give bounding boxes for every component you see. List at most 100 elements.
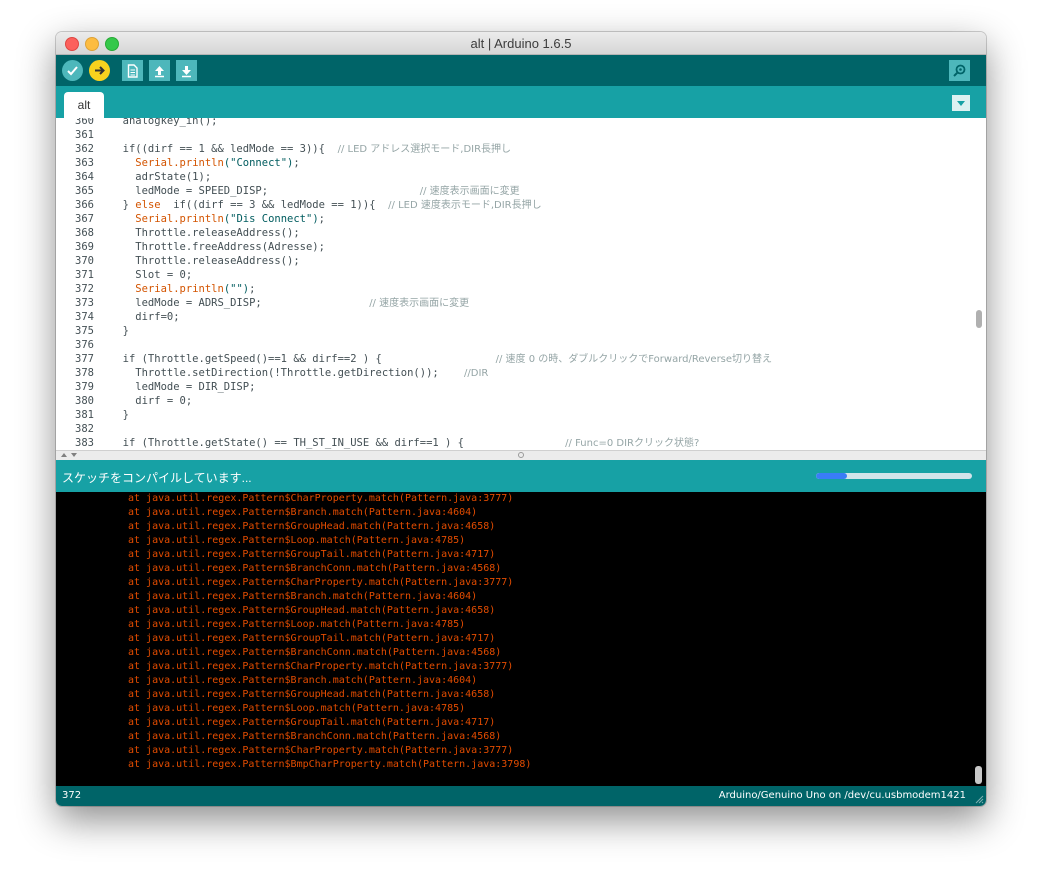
tab-bar: alt xyxy=(56,86,986,118)
console-scrollbar-thumb[interactable] xyxy=(975,766,982,784)
compile-progress-bar xyxy=(816,473,972,479)
code-line: ledMode = DIR_DISP; xyxy=(110,380,255,394)
arrow-up-icon xyxy=(155,65,164,77)
line-number: 382 xyxy=(75,423,94,435)
line-number: 362 xyxy=(75,143,94,155)
console-line: at java.util.regex.Pattern$BranchConn.ma… xyxy=(128,563,502,574)
code-text: } xyxy=(110,199,136,211)
line-number: 383 xyxy=(75,437,94,449)
console-line: at java.util.regex.Pattern$CharProperty.… xyxy=(128,493,514,504)
code-line: Throttle.releaseAddress(); xyxy=(110,226,300,240)
board-port-info: Arduino/Genuino Uno on /dev/cu.usbmodem1… xyxy=(718,790,966,801)
arrow-right-icon xyxy=(95,66,105,75)
code-line: Throttle.releaseAddress(); xyxy=(110,254,300,268)
line-number: 363 xyxy=(75,157,94,169)
title-bar: alt | Arduino 1.6.5 xyxy=(56,32,986,55)
line-number-gutter: 360 361 362 363 364 365 366 367 368 369 370 371 372 3… xyxy=(56,118,96,450)
tab-alt[interactable]: alt xyxy=(64,92,104,118)
triangle-down-icon xyxy=(957,100,965,106)
code-comment: //DIR xyxy=(464,368,489,379)
console-line: at java.util.regex.Pattern$GroupTail.mat… xyxy=(128,549,496,560)
code-text: if (Throttle.getSpeed()==1 && dirf==2 ) … xyxy=(110,353,496,365)
serial-monitor-button[interactable] xyxy=(949,60,970,81)
magnifier-icon xyxy=(953,64,966,77)
code-comment: // 速度表示画面に変更 xyxy=(369,298,470,309)
line-number: 369 xyxy=(75,241,94,253)
console-line: at java.util.regex.Pattern$BmpCharProper… xyxy=(128,759,532,770)
code-text: if (Throttle.getState() == TH_ST_IN_USE … xyxy=(110,437,566,449)
code-line: ledMode = SPEED_DISP; // 速度表示画面に変更 xyxy=(110,184,519,198)
upload-button[interactable] xyxy=(89,60,110,81)
console-output[interactable]: at java.util.regex.Pattern$CharProperty.… xyxy=(56,492,986,786)
code-text: } xyxy=(110,325,129,337)
console-line: at java.util.regex.Pattern$Branch.match(… xyxy=(128,591,478,602)
code-keyword: Serial.println xyxy=(135,213,224,225)
new-button[interactable] xyxy=(122,60,143,81)
compile-progress-fill xyxy=(816,473,848,479)
window-title: alt | Arduino 1.6.5 xyxy=(470,36,572,51)
line-number: 361 xyxy=(75,129,94,141)
code-comment: // Func=0 DIRクリック状態? xyxy=(565,438,700,449)
verify-button[interactable] xyxy=(62,60,83,81)
code-text: } xyxy=(110,409,129,421)
console-line: at java.util.regex.Pattern$Loop.match(Pa… xyxy=(128,619,466,630)
console-line: at java.util.regex.Pattern$Loop.match(Pa… xyxy=(128,535,466,546)
console-line: at java.util.regex.Pattern$GroupTail.mat… xyxy=(128,717,496,728)
tab-menu-button[interactable] xyxy=(952,95,970,111)
code-editor[interactable]: 360 361 362 363 364 365 366 367 368 369 370 371 372 3… xyxy=(56,118,986,450)
console-line: at java.util.regex.Pattern$Branch.match(… xyxy=(128,507,478,518)
code-line: Slot = 0; xyxy=(110,268,192,282)
code-text: analogkey_in(); xyxy=(110,118,218,127)
console-line: at java.util.regex.Pattern$GroupTail.mat… xyxy=(128,633,496,644)
code-line: } xyxy=(110,408,129,422)
editor-scrollbar-thumb[interactable] xyxy=(976,310,982,328)
footer-bar: 372 Arduino/Genuino Uno on /dev/cu.usbmo… xyxy=(56,786,986,806)
line-number: 364 xyxy=(75,171,94,183)
status-message: スケッチをコンパイルしています... xyxy=(62,471,252,485)
code-text: ledMode = DIR_DISP; xyxy=(110,381,256,393)
line-number: 377 xyxy=(75,353,94,365)
line-number: 372 xyxy=(75,283,94,295)
collapse-arrows-icon[interactable] xyxy=(58,451,88,459)
line-number: 379 xyxy=(75,381,94,393)
code-text: Throttle.releaseAddress(); xyxy=(110,227,300,239)
code-line: dirf=0; xyxy=(110,310,179,324)
status-bar: スケッチをコンパイルしています... xyxy=(56,460,986,492)
code-line: dirf = 0; xyxy=(110,394,192,408)
code-keyword: Serial.println xyxy=(135,283,224,295)
code-text: ledMode = SPEED_DISP; xyxy=(110,185,420,197)
line-number: 378 xyxy=(75,367,94,379)
console-line: at java.util.regex.Pattern$GroupHead.mat… xyxy=(128,689,496,700)
code-line: Throttle.setDirection(!Throttle.getDirec… xyxy=(110,366,488,380)
line-number: 366 xyxy=(75,199,94,211)
console-line: at java.util.regex.Pattern$GroupHead.mat… xyxy=(128,605,496,616)
code-line: Serial.println("Connect"); xyxy=(110,156,300,170)
code-string: ("Connect") xyxy=(223,157,294,169)
code-line: Serial.println(""); xyxy=(110,282,255,296)
arrow-down-icon xyxy=(182,65,191,77)
code-line: adrState(1); xyxy=(110,170,211,184)
line-number: 374 xyxy=(75,311,94,323)
code-text: ; xyxy=(293,157,300,169)
code-keyword: Serial.println xyxy=(135,157,224,169)
open-button[interactable] xyxy=(149,60,170,81)
code-comment: // LED 速度表示モード,DIR長押し xyxy=(388,200,542,211)
console-line: at java.util.regex.Pattern$Branch.match(… xyxy=(128,675,478,686)
save-button[interactable] xyxy=(176,60,197,81)
line-number: 367 xyxy=(75,213,94,225)
code-line: if (Throttle.getState() == TH_ST_IN_USE … xyxy=(110,436,700,450)
code-line: ledMode = ADRS_DISP; // 速度表示画面に変更 xyxy=(110,296,469,310)
splitter-grip-icon[interactable] xyxy=(517,451,525,459)
line-number: 381 xyxy=(75,409,94,421)
code-line: if((dirf == 1 && ledMode == 3)){ // LED … xyxy=(110,142,511,156)
line-number: 365 xyxy=(75,185,94,197)
arduino-ide-window: alt | Arduino 1.6.5 alt 360 361 362 363 … xyxy=(56,32,986,806)
code-text: Throttle.releaseAddress(); xyxy=(110,255,300,267)
resize-grip-icon[interactable] xyxy=(974,794,984,804)
code-line: Serial.println("Dis Connect"); xyxy=(110,212,325,226)
code-text: ; xyxy=(249,283,256,295)
code-text: if((dirf == 1 && ledMode == 3)){ xyxy=(110,143,338,155)
code-text: ; xyxy=(318,213,325,225)
